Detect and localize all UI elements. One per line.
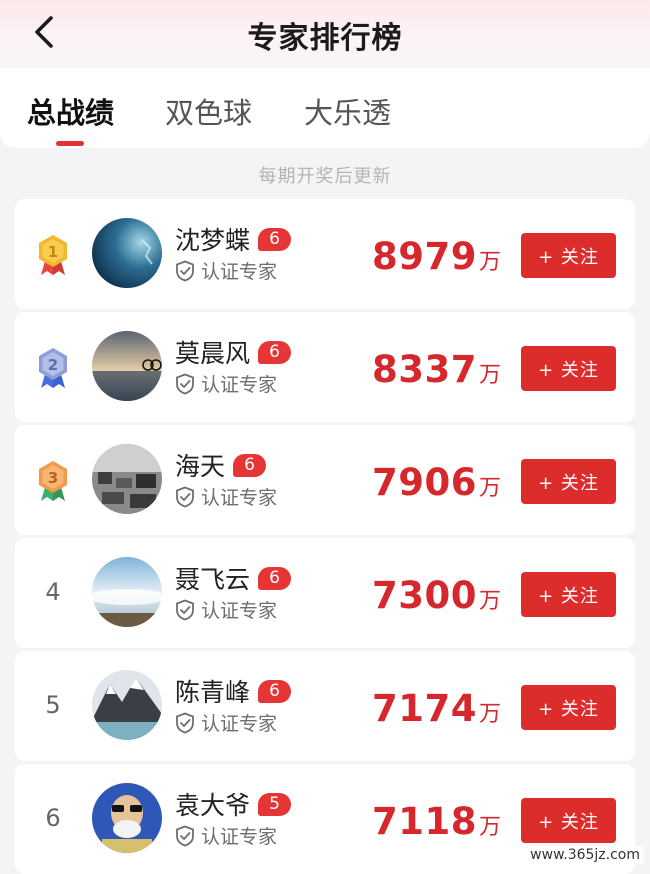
level-badge: 6: [233, 454, 266, 477]
medal-rank-label: 3: [48, 469, 58, 487]
amount-value: 8979: [372, 235, 477, 278]
level-badge: 6: [258, 680, 291, 703]
top-bar: 专家排行榜: [0, 0, 650, 68]
rank-number: 6: [35, 804, 71, 832]
tab-super-lotto[interactable]: 大乐透: [304, 90, 391, 132]
certification-label: 认证专家: [201, 370, 277, 397]
amount-unit: 万: [479, 244, 501, 276]
winnings-amount: 8337 万: [372, 348, 501, 391]
winnings-amount: 7174 万: [372, 687, 501, 730]
amount-value: 7174: [372, 687, 477, 730]
expert-name: 莫晨风: [175, 334, 250, 370]
amount-value: 7118: [372, 800, 477, 843]
amount-unit: 万: [479, 809, 501, 841]
follow-button[interactable]: + 关注: [521, 572, 616, 617]
expert-name: 海天: [175, 447, 225, 483]
certification-label: 认证专家: [201, 822, 277, 849]
list-item[interactable]: 5 陈青峰 6 认证专家 7174 万 + 关注: [15, 651, 635, 761]
amount-value: 7906: [372, 461, 477, 504]
follow-button[interactable]: + 关注: [521, 233, 616, 278]
watermark: www.365jz.com: [526, 846, 644, 864]
follow-button[interactable]: + 关注: [521, 798, 616, 843]
tab-double-color-ball[interactable]: 双色球: [165, 90, 252, 132]
amount-value: 8337: [372, 348, 477, 391]
gold-medal-icon: 1: [35, 233, 71, 277]
certification-label: 认证专家: [201, 257, 277, 284]
rank-number: 5: [35, 691, 71, 719]
list-item[interactable]: 3 海天 6 认证专家 7906 万 + 关注: [15, 425, 635, 535]
expert-name: 袁大爷: [175, 786, 250, 822]
winnings-amount: 7300 万: [372, 574, 501, 617]
avatar[interactable]: [92, 783, 162, 853]
winnings-amount: 7118 万: [372, 800, 501, 843]
medal-rank-label: 2: [48, 356, 58, 374]
list-item[interactable]: 1 沈梦蝶 6 认证专家 8979 万 + 关注: [15, 199, 635, 309]
tab-bar: 总战绩 双色球 大乐透: [0, 68, 650, 148]
amount-unit: 万: [479, 470, 501, 502]
shield-check-icon: [175, 712, 195, 734]
level-badge: 5: [258, 793, 291, 816]
avatar[interactable]: [92, 331, 162, 401]
certification-label: 认证专家: [201, 483, 277, 510]
avatar[interactable]: [92, 670, 162, 740]
list-item[interactable]: 4 聂飞云 6 认证专家 7300 万 + 关注: [15, 538, 635, 648]
shield-check-icon: [175, 486, 195, 508]
expert-name: 聂飞云: [175, 560, 250, 596]
avatar[interactable]: [92, 557, 162, 627]
page-title: 专家排行榜: [0, 13, 650, 57]
rank-number: 4: [35, 578, 71, 606]
shield-check-icon: [175, 825, 195, 847]
follow-button[interactable]: + 关注: [521, 685, 616, 730]
certification-label: 认证专家: [201, 709, 277, 736]
shield-check-icon: [175, 260, 195, 282]
active-tab-indicator: [56, 141, 84, 146]
amount-unit: 万: [479, 696, 501, 728]
certification-label: 认证专家: [201, 596, 277, 623]
expert-name: 陈青峰: [175, 673, 250, 709]
expert-name: 沈梦蝶: [175, 221, 250, 257]
shield-check-icon: [175, 599, 195, 621]
level-badge: 6: [258, 567, 291, 590]
follow-button[interactable]: + 关注: [521, 459, 616, 504]
bronze-medal-icon: 3: [35, 459, 71, 503]
avatar[interactable]: [92, 444, 162, 514]
avatar[interactable]: [92, 218, 162, 288]
amount-unit: 万: [479, 357, 501, 389]
follow-button[interactable]: + 关注: [521, 346, 616, 391]
update-note: 每期开奖后更新: [0, 162, 650, 188]
winnings-amount: 8979 万: [372, 235, 501, 278]
level-badge: 6: [258, 341, 291, 364]
shield-check-icon: [175, 373, 195, 395]
list-item[interactable]: 2 莫晨风 6 认证专家 8337 万 + 关注: [15, 312, 635, 422]
medal-rank-label: 1: [48, 243, 58, 261]
amount-unit: 万: [479, 583, 501, 615]
silver-medal-icon: 2: [35, 346, 71, 390]
level-badge: 6: [258, 228, 291, 251]
tab-overall[interactable]: 总战绩: [27, 90, 114, 132]
winnings-amount: 7906 万: [372, 461, 501, 504]
amount-value: 7300: [372, 574, 477, 617]
